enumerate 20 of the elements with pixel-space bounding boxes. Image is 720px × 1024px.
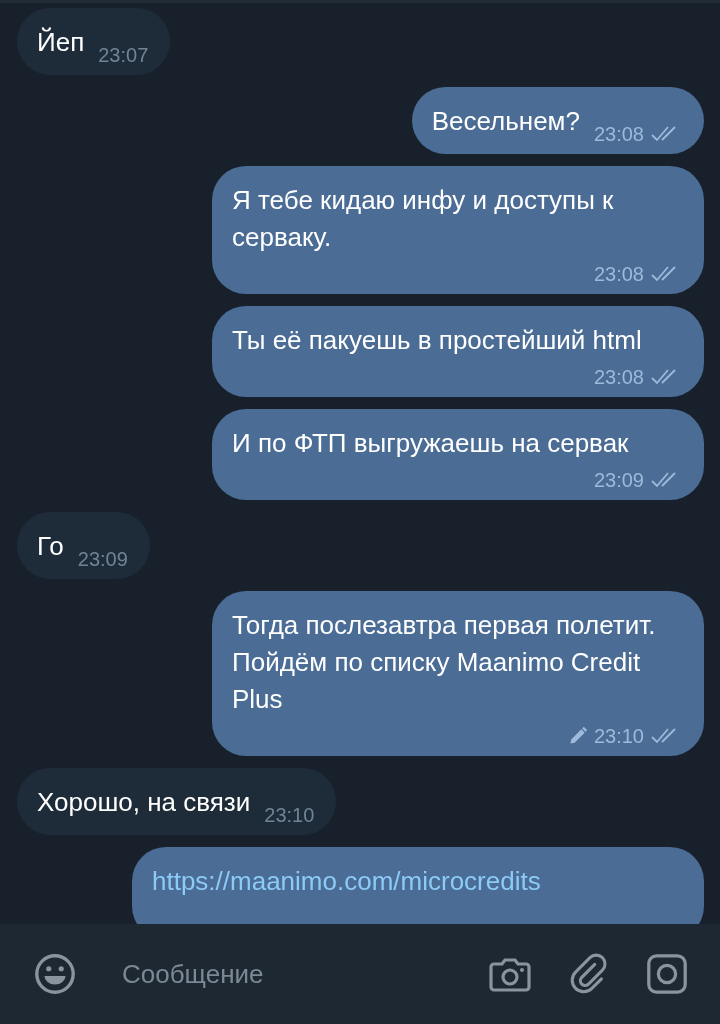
message-time: 23:07 (98, 43, 149, 67)
message-text: Хорошо, на связи (37, 786, 251, 819)
message-link[interactable]: https://maanimo.com/microcredits (152, 863, 541, 900)
message-text: Тогда послезавтра первая полетит. Пойдём по списку Maanimo Credit Plus (232, 609, 657, 716)
message-time: 23:09 (593, 468, 644, 492)
message-text: Я тебе кидаю инфу и доступы к серваку. (232, 184, 615, 254)
message-time: 23:09 (77, 547, 128, 571)
message-text: Йеп (37, 26, 85, 59)
message-text: Го (37, 530, 64, 563)
message-time: 23:08 (593, 365, 644, 389)
smiley-icon[interactable] (32, 951, 78, 997)
message-time: 23:10 (593, 724, 644, 748)
message-text: Весельнем? (431, 105, 580, 138)
video-message-icon[interactable] (644, 951, 690, 997)
message-time: 23:08 (593, 262, 644, 286)
message-time: 23:10 (264, 803, 315, 827)
message-input[interactable]: Сообщение (120, 957, 454, 991)
message-time: 23:08 (593, 122, 644, 146)
message-text: Ты её пакуешь в простейший html (232, 324, 643, 357)
message-text: И по ФТП выгружаешь на сервак (232, 427, 630, 460)
